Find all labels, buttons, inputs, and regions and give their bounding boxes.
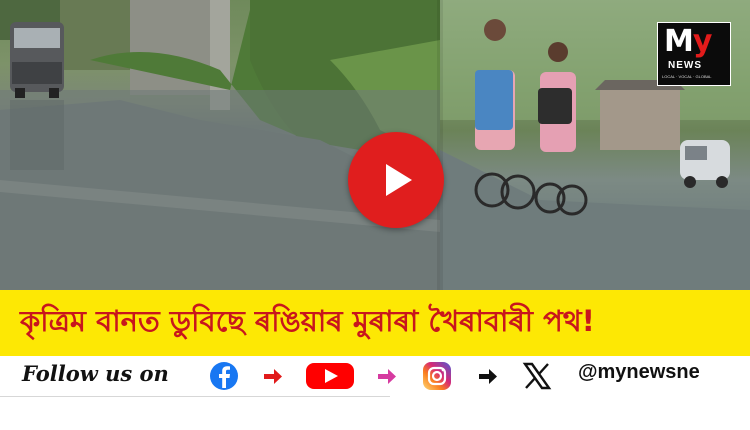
headline-text: কৃত্ৰিম বানত ডুবিছে ৰঙিয়াৰ মুৰাৰা খৈৰাব… bbox=[20, 303, 595, 338]
follow-bar: Follow us on @mynewsne bbox=[0, 356, 750, 396]
facebook-icon[interactable] bbox=[208, 361, 240, 391]
instagram-icon[interactable] bbox=[421, 361, 453, 391]
play-icon bbox=[386, 164, 412, 196]
x-icon[interactable] bbox=[521, 361, 553, 391]
logo-tagline: LOCAL · VOCAL · GLOBAL bbox=[662, 74, 712, 79]
mynews-logo: My NEWS LOCAL · VOCAL · GLOBAL bbox=[657, 22, 731, 86]
frame-seam bbox=[437, 0, 443, 290]
logo-news-text: NEWS bbox=[668, 60, 702, 71]
arrow-right-icon bbox=[378, 369, 396, 384]
divider bbox=[0, 396, 390, 397]
video-thumbnail[interactable]: My NEWS LOCAL · VOCAL · GLOBAL bbox=[0, 0, 750, 290]
follow-us-text: Follow us on bbox=[22, 361, 169, 386]
social-handle[interactable]: @mynewsne bbox=[578, 361, 700, 384]
play-button[interactable] bbox=[348, 132, 444, 228]
youtube-icon[interactable] bbox=[305, 361, 355, 391]
headline-band: কৃত্ৰিম বানত ডুবিছে ৰঙিয়াৰ মুৰাৰা খৈৰাব… bbox=[0, 290, 750, 356]
arrow-right-icon bbox=[264, 369, 282, 384]
arrow-right-icon bbox=[479, 369, 497, 384]
logo-mark: My bbox=[664, 24, 712, 59]
